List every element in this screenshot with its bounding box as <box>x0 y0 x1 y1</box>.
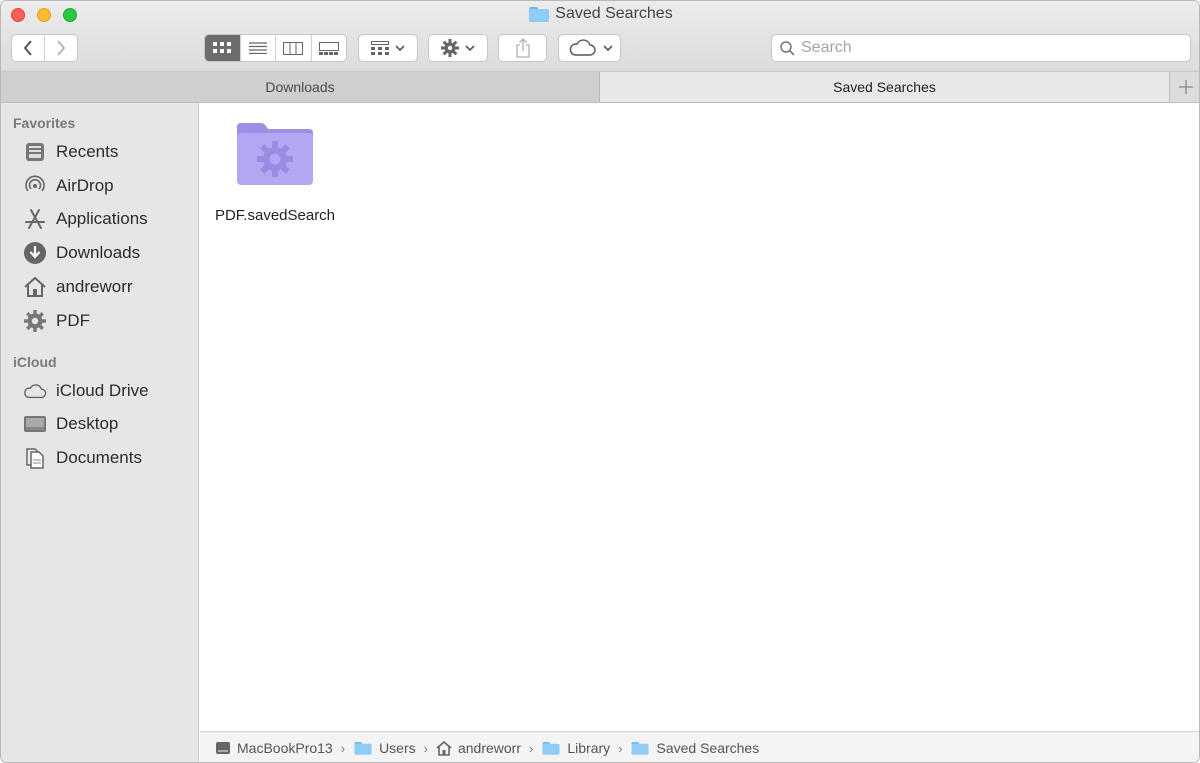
folder-icon <box>529 6 550 22</box>
path-item-saved-searches[interactable]: Saved Searches <box>630 740 759 756</box>
column-view-button[interactable] <box>275 35 311 61</box>
path-item-library[interactable]: Library <box>541 740 610 756</box>
navigation-buttons <box>11 34 78 62</box>
group-by-button[interactable] <box>358 34 418 62</box>
icloud-menu-button[interactable] <box>558 34 621 62</box>
file-name: PDF.savedSearch <box>214 207 336 224</box>
sidebar-item-airdrop[interactable]: AirDrop <box>23 172 114 200</box>
chevron-left-icon <box>23 40 32 56</box>
chevron-down-icon <box>395 45 405 52</box>
view-mode-selector <box>204 34 347 62</box>
sidebar-item-recents[interactable]: Recents <box>23 138 118 166</box>
folder-icon <box>354 741 372 755</box>
icon-view-button[interactable] <box>205 35 240 61</box>
tab-downloads[interactable]: Downloads <box>1 72 600 102</box>
sidebar-item-label: AirDrop <box>56 176 114 195</box>
downloads-icon <box>23 241 47 265</box>
sidebar-section-favorites: Favorites <box>13 115 76 131</box>
sidebar-item-downloads[interactable]: Downloads <box>23 239 140 267</box>
tab-saved-searches[interactable]: Saved Searches <box>600 72 1169 102</box>
new-tab-button[interactable] <box>1169 72 1199 102</box>
gear-icon <box>23 309 47 333</box>
search-field[interactable] <box>771 34 1191 62</box>
desktop-icon <box>23 412 47 436</box>
hard-drive-icon <box>216 742 230 754</box>
smart-folder-icon <box>237 123 313 185</box>
path-item-home[interactable]: andreworr <box>436 740 521 756</box>
tab-label: Downloads <box>265 79 335 95</box>
path-item-users[interactable]: Users <box>353 740 416 756</box>
window-title: Saved Searches <box>1 5 1199 23</box>
sidebar-item-label: iCloud Drive <box>56 381 149 400</box>
list-view-button[interactable] <box>239 35 276 61</box>
sidebar-item-label: Recents <box>56 142 119 161</box>
plus-icon <box>1178 80 1193 94</box>
path-item-drive[interactable]: MacBookPro13 <box>215 740 333 756</box>
path-item-label: andreworr <box>457 740 521 756</box>
back-button[interactable] <box>12 35 44 61</box>
window-title-text: Saved Searches <box>555 5 673 22</box>
home-icon <box>436 740 452 756</box>
tab-bar: Downloads Saved Searches <box>1 72 1199 103</box>
sidebar-item-label: andreworr <box>56 277 133 296</box>
sidebar-item-label: Downloads <box>56 243 141 262</box>
search-input[interactable] <box>801 39 1161 57</box>
titlebar: Saved Searches <box>1 1 1199 72</box>
sidebar-item-label: Documents <box>56 448 142 467</box>
sidebar-item-pdf[interactable]: PDF <box>23 307 90 335</box>
path-item-label: MacBookPro13 <box>237 740 333 756</box>
sidebar-item-label: Desktop <box>56 414 119 433</box>
column-view-icon <box>283 41 304 55</box>
sidebar-item-desktop[interactable]: Desktop <box>23 410 118 438</box>
file-item[interactable]: PDF.savedSearch <box>210 121 340 224</box>
path-item-label: Users <box>379 740 416 756</box>
list-view-icon <box>248 42 267 54</box>
icon-view-icon <box>213 42 232 53</box>
share-icon <box>515 38 530 58</box>
folder-icon <box>631 741 649 755</box>
path-separator: › <box>618 740 623 756</box>
gallery-view-icon <box>318 41 339 55</box>
chevron-right-icon <box>57 40 66 56</box>
path-item-label: Saved Searches <box>656 740 760 756</box>
finder-window: Saved Searches Search Downloads Saved Se… <box>0 0 1200 763</box>
applications-icon <box>23 207 47 231</box>
path-separator: › <box>340 740 346 756</box>
cloud-icon <box>23 379 47 403</box>
share-button[interactable] <box>498 34 547 62</box>
path-separator: › <box>529 740 534 756</box>
recents-icon <box>23 140 47 164</box>
sidebar-item-home[interactable]: andreworr <box>23 273 133 301</box>
sidebar-item-applications[interactable]: Applications <box>23 205 148 233</box>
airdrop-icon <box>23 174 47 198</box>
sidebar-item-icloud-drive[interactable]: iCloud Drive <box>23 377 149 405</box>
chevron-down-icon <box>602 45 613 52</box>
file-browser[interactable]: PDF.savedSearch <box>200 103 1199 731</box>
tab-label: Saved Searches <box>833 79 936 95</box>
sidebar-item-label: Applications <box>56 209 148 228</box>
path-separator: › <box>423 740 428 756</box>
cloud-icon <box>569 39 596 56</box>
folder-icon <box>542 741 560 755</box>
sidebar-section-icloud: iCloud <box>13 354 57 370</box>
group-icon <box>371 41 389 55</box>
action-menu-button[interactable] <box>428 34 488 62</box>
path-item-label: Library <box>567 740 611 756</box>
gallery-view-button[interactable] <box>310 35 347 61</box>
search-icon <box>780 40 795 56</box>
sidebar-item-label: PDF <box>56 311 90 330</box>
path-bar: MacBookPro13 › Users › andreworr › Libra… <box>200 731 1199 762</box>
sidebar: Favorites Recents AirDrop Applications D… <box>1 103 199 762</box>
home-icon <box>23 275 47 299</box>
documents-icon <box>23 446 47 470</box>
sidebar-item-documents[interactable]: Documents <box>23 444 142 472</box>
chevron-down-icon <box>465 45 475 52</box>
gear-icon <box>441 39 459 57</box>
forward-button[interactable] <box>44 35 77 61</box>
